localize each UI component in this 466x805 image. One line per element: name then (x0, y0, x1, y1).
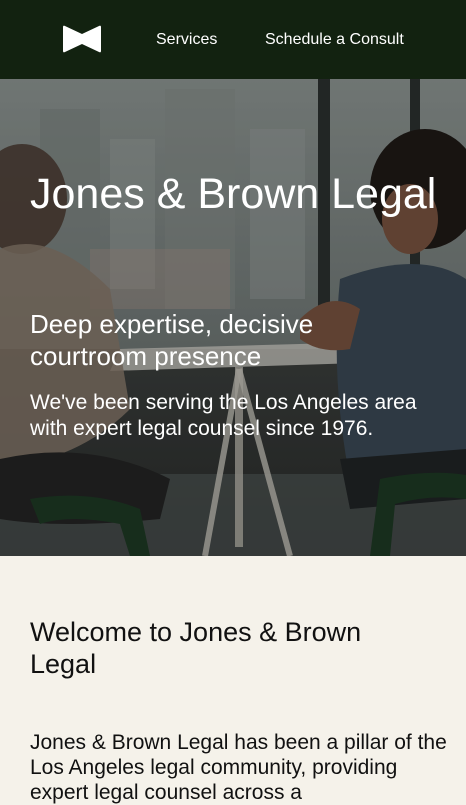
hero-title: Jones & Brown Legal (30, 170, 437, 218)
welcome-heading: Welcome to Jones & Brown Legal (30, 617, 362, 679)
bowtie-logo-icon[interactable] (61, 24, 103, 54)
hero-section: Jones & Brown Legal Deep expertise, deci… (0, 79, 466, 556)
hero-description: We've been serving the Los Angeles area … (30, 391, 417, 440)
welcome-section: Welcome to Jones & Brown Legal Jones & B… (0, 556, 466, 804)
site-header: Services Schedule a Consult (0, 0, 466, 79)
nav-schedule-consult-link[interactable]: Schedule a Consult (265, 30, 404, 50)
nav-services-link[interactable]: Services (156, 30, 217, 50)
hero-subtitle: Deep expertise, decisive courtroom prese… (30, 309, 314, 371)
welcome-paragraph: Jones & Brown Legal has been a pillar of… (30, 731, 447, 804)
